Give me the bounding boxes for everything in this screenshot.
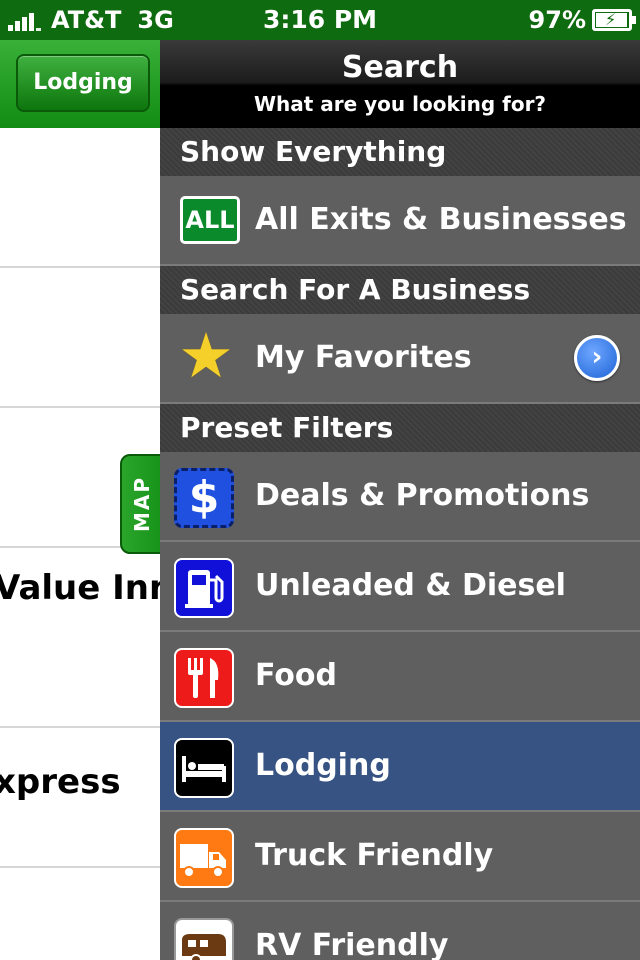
section-header-show-everything: Show Everything: [160, 128, 640, 176]
list-item[interactable]: xpress: [0, 728, 160, 868]
rv-icon: [174, 918, 234, 960]
dollar-icon: $: [174, 468, 234, 528]
section-header-preset-filters: Preset Filters: [160, 404, 640, 452]
row-lodging[interactable]: Lodging: [160, 722, 640, 812]
battery-icon: ⚡: [592, 9, 636, 31]
list-item[interactable]: Value Inn: [0, 548, 160, 728]
battery-info: 97% ⚡: [528, 6, 636, 34]
row-my-favorites[interactable]: ★ My Favorites ›: [160, 314, 640, 404]
list-item-title: Value Inn: [0, 568, 160, 608]
row-label: Food: [255, 658, 337, 693]
fuel-pump-icon: [174, 558, 234, 618]
lodging-nav-button[interactable]: Lodging: [16, 54, 150, 112]
star-icon: ★: [178, 319, 234, 392]
row-label: My Favorites: [255, 340, 472, 375]
row-food[interactable]: Food: [160, 632, 640, 722]
chevron-right-icon[interactable]: ›: [574, 335, 620, 381]
row-unleaded-diesel[interactable]: Unleaded & Diesel: [160, 542, 640, 632]
fork-knife-icon: [174, 648, 234, 708]
list-item[interactable]: [0, 128, 160, 268]
row-label: Truck Friendly: [255, 838, 494, 873]
search-header: Search What are you looking for?: [160, 40, 640, 128]
bed-icon: [174, 738, 234, 798]
row-label: Unleaded & Diesel: [255, 568, 566, 603]
left-nav-bar: Lodging: [0, 40, 160, 128]
row-label: RV Friendly: [255, 928, 449, 960]
list-item[interactable]: [0, 268, 160, 408]
search-panel: Search What are you looking for? Show Ev…: [160, 40, 640, 960]
panel-subtitle: What are you looking for?: [253, 92, 547, 116]
section-header-search-business: Search For A Business: [160, 266, 640, 314]
map-tab-label: MAP: [130, 475, 154, 533]
row-label: Deals & Promotions: [255, 478, 590, 513]
battery-percent: 97%: [528, 6, 586, 34]
row-truck-friendly[interactable]: Truck Friendly: [160, 812, 640, 902]
status-bar: AT&T 3G 3:16 PM 97% ⚡: [0, 0, 640, 40]
row-all-exits[interactable]: ALL All Exits & Businesses: [160, 176, 640, 266]
all-icon: ALL: [180, 196, 240, 244]
panel-title: Search: [341, 50, 459, 85]
list-item-title: xpress: [0, 762, 121, 802]
map-tab-button[interactable]: MAP: [120, 454, 164, 554]
row-label: Lodging: [255, 748, 391, 783]
row-label: All Exits & Businesses: [255, 202, 627, 237]
row-deals-promotions[interactable]: $ Deals & Promotions: [160, 452, 640, 542]
row-rv-friendly[interactable]: RV Friendly: [160, 902, 640, 960]
truck-icon: [174, 828, 234, 888]
